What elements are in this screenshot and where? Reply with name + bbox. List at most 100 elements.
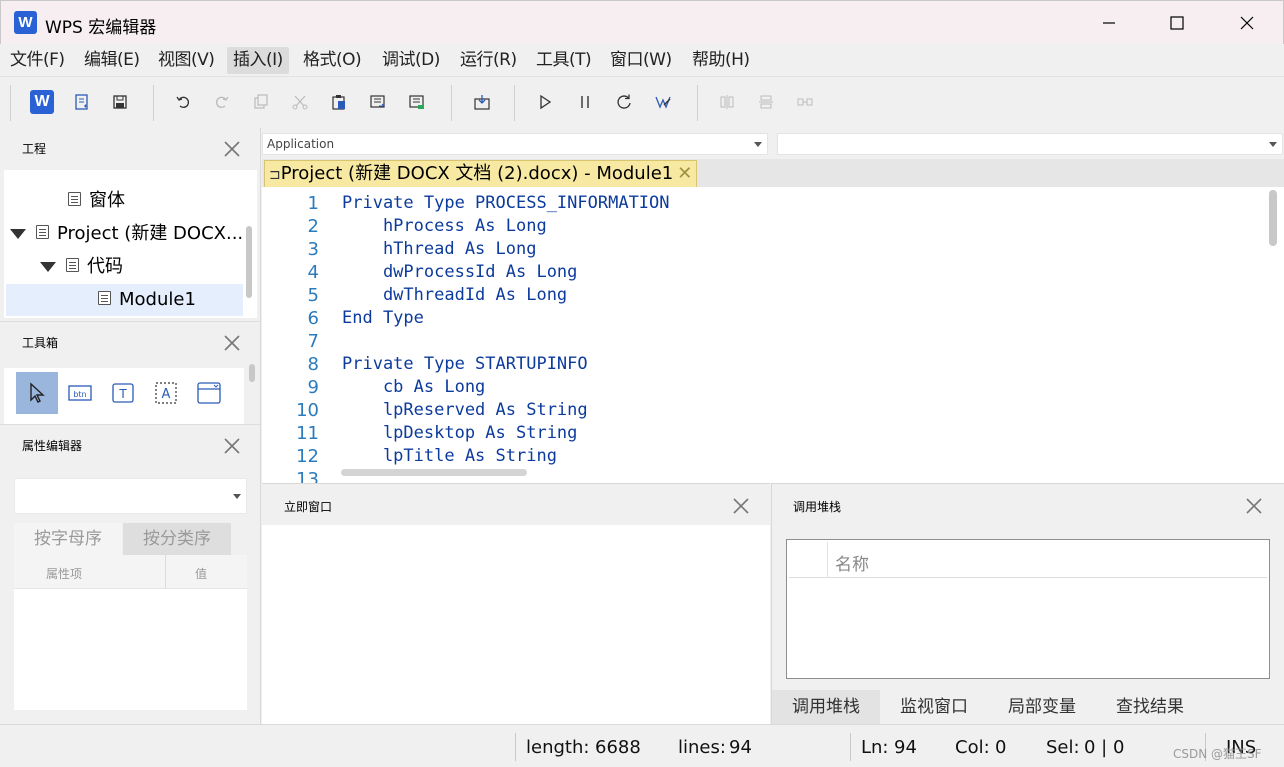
line-number: 1 — [307, 193, 319, 214]
close-properties-panel-button[interactable] — [223, 437, 243, 457]
close-window-button[interactable] — [1212, 1, 1282, 45]
menu-file[interactable]: 文件(F) — [4, 47, 71, 74]
project-tree-scrollbar[interactable] — [246, 226, 252, 298]
close-immediate-window-button[interactable] — [732, 497, 752, 517]
label-tool-icon[interactable]: A — [145, 372, 187, 414]
code-area[interactable]: 1 Private Type PROCESS_INFORMATION 2 hPro… — [262, 187, 1284, 483]
vertical-scrollbar[interactable] — [1269, 190, 1277, 246]
column-value: 值 — [195, 567, 208, 581]
tab-alphabetic[interactable]: 按字母序 — [14, 523, 122, 555]
property-grid-header: 属性项 值 — [14, 555, 247, 589]
pointer-tool-icon[interactable] — [16, 372, 58, 414]
toolbox-scrollbar[interactable] — [249, 364, 255, 382]
call-stack-table[interactable]: 名称 — [786, 539, 1270, 679]
undo-icon[interactable] — [172, 91, 194, 113]
run-icon[interactable] — [534, 91, 556, 113]
menu-run[interactable]: 运行(R) — [454, 47, 523, 74]
title-bar: W WPS 宏编辑器 — [0, 0, 1284, 44]
toolbar-separator — [451, 85, 452, 121]
minimize-button[interactable] — [1074, 1, 1144, 45]
line-number: 5 — [307, 285, 319, 306]
textbox-tool-icon[interactable]: T — [102, 372, 144, 414]
distribute-icon[interactable] — [794, 91, 816, 113]
call-stack-header: 调用堆栈 — [772, 484, 1284, 525]
save-icon[interactable] — [109, 91, 131, 113]
tab-title: Project (新建 DOCX 文档 (2).docx) - Module1 — [280, 163, 674, 184]
tree-item-project[interactable]: Project (新建 DOCX... — [10, 218, 243, 250]
tree-item-module1[interactable]: Module1 — [6, 284, 243, 316]
design-mode-icon[interactable] — [652, 91, 674, 113]
close-tab-icon[interactable]: ✕ — [677, 161, 692, 187]
menu-debug[interactable]: 调试(D) — [376, 47, 446, 74]
tree-item-forms[interactable]: 窗体 — [68, 185, 125, 217]
indent-icon[interactable] — [367, 91, 389, 113]
line-number: 3 — [307, 239, 319, 260]
column-divider — [827, 542, 828, 578]
maximize-icon — [1170, 16, 1184, 30]
copy-icon[interactable] — [250, 91, 272, 113]
close-icon — [733, 498, 749, 514]
window-title: WPS 宏编辑器 — [45, 18, 157, 38]
tab-call-stack[interactable]: 调用堆栈 — [772, 690, 880, 725]
tab-find-results[interactable]: 查找结果 — [1096, 690, 1204, 725]
code-text: lpDesktop As String — [342, 423, 578, 443]
debug-tabs: 调用堆栈 监视窗口 局部变量 查找结果 — [772, 690, 1284, 725]
menu-format[interactable]: 格式(O) — [297, 47, 367, 74]
tree-item-label: 窗体 — [89, 190, 125, 211]
paste-icon[interactable] — [328, 91, 350, 113]
code-text: dwProcessId As Long — [342, 262, 578, 282]
new-module-icon[interactable] — [71, 91, 93, 113]
pause-icon[interactable] — [574, 91, 596, 113]
menu-tools[interactable]: 工具(T) — [530, 47, 597, 74]
tree-item-label: Module1 — [119, 289, 196, 310]
menu-help[interactable]: 帮助(H) — [686, 47, 756, 74]
close-toolbox-panel-button[interactable] — [223, 334, 243, 354]
menu-edit[interactable]: 编辑(E) — [78, 47, 146, 74]
tab-locals[interactable]: 局部变量 — [988, 690, 1096, 725]
immediate-window[interactable]: 立即窗口 — [262, 483, 770, 724]
horizontal-scrollbar[interactable] — [341, 469, 527, 476]
combobox-tool-icon[interactable] — [188, 372, 230, 414]
expand-arrow-icon[interactable] — [10, 229, 26, 239]
svg-text:T: T — [118, 387, 127, 401]
object-select[interactable] — [14, 478, 247, 514]
procedure-combo[interactable] — [777, 133, 1283, 155]
align-left-icon[interactable] — [716, 91, 738, 113]
button-tool-icon[interactable]: btn — [59, 372, 101, 414]
toolbox: btn T A — [4, 368, 244, 424]
menu-insert[interactable]: 插入(I) — [227, 47, 289, 74]
tab-module1[interactable]: ⊐Project (新建 DOCX 文档 (2).docx) - Module1… — [264, 160, 698, 187]
cut-icon[interactable] — [289, 91, 311, 113]
properties-tabs: 按字母序 按分类序 — [14, 523, 247, 555]
close-project-panel-button[interactable] — [223, 140, 243, 160]
module-icon — [98, 291, 111, 305]
close-call-stack-button[interactable] — [1245, 497, 1265, 517]
wps-icon[interactable]: W — [30, 90, 54, 114]
menu-window[interactable]: 窗口(W) — [604, 47, 678, 74]
project-panel-title: 工程 — [22, 142, 47, 156]
chevron-down-icon — [1269, 142, 1277, 147]
redo-icon[interactable] — [211, 91, 233, 113]
line-number: 10 — [296, 400, 319, 421]
status-sel-label: Sel: — [1046, 737, 1080, 758]
line-number: 8 — [307, 354, 319, 375]
object-combo[interactable]: Application — [262, 133, 768, 155]
tab-watch[interactable]: 监视窗口 — [880, 690, 988, 725]
call-stack-title: 调用堆栈 — [793, 500, 842, 514]
tab-categorized[interactable]: 按分类序 — [123, 523, 231, 555]
close-icon — [224, 335, 240, 351]
close-icon — [1240, 16, 1254, 30]
menu-view[interactable]: 视图(V) — [152, 47, 220, 74]
project-panel-header: 工程 — [0, 128, 260, 168]
call-stack-table-header: 名称 — [789, 542, 1267, 578]
references-icon[interactable] — [471, 91, 493, 113]
expand-arrow-icon[interactable] — [40, 262, 56, 272]
reset-icon[interactable] — [613, 91, 635, 113]
close-icon — [224, 141, 240, 157]
maximize-button[interactable] — [1142, 1, 1212, 45]
outdent-icon[interactable] — [406, 91, 428, 113]
line-number: 7 — [307, 331, 319, 352]
status-ln-value: 94 — [894, 737, 917, 758]
tree-item-code[interactable]: 代码 — [40, 251, 123, 283]
align-center-icon[interactable] — [755, 91, 777, 113]
